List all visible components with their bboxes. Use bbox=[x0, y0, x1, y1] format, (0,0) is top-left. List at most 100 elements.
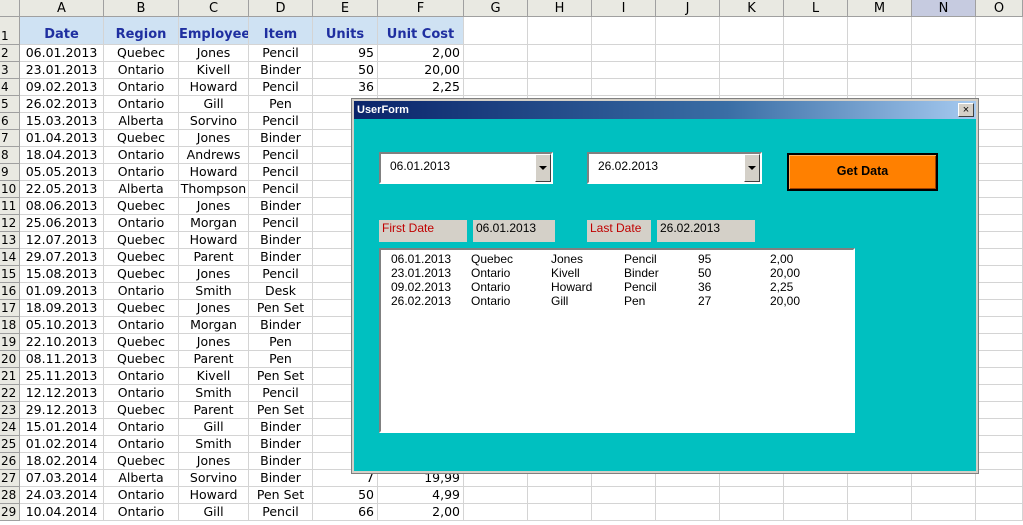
start-date-combobox[interactable]: 06.01.2013 bbox=[379, 152, 553, 184]
grid-cell[interactable]: Jones bbox=[179, 198, 249, 215]
grid-cell[interactable] bbox=[912, 62, 976, 79]
list-item[interactable]: 26.02.2013 Ontario Gill Pen 27 20,00 bbox=[381, 294, 853, 308]
grid-cell[interactable]: 50 bbox=[313, 487, 378, 504]
grid-cell[interactable]: 26.02.2013 bbox=[20, 96, 104, 113]
grid-cell[interactable] bbox=[976, 96, 1023, 113]
row-header[interactable]: 9 bbox=[0, 164, 20, 181]
grid-cell[interactable]: Pencil bbox=[249, 181, 313, 198]
column-header-j[interactable]: J bbox=[656, 0, 720, 17]
grid-cell[interactable] bbox=[976, 147, 1023, 164]
grid-cell[interactable]: Andrews bbox=[179, 147, 249, 164]
list-item[interactable]: 09.02.2013 Ontario Howard Pencil 36 2,25 bbox=[381, 280, 853, 294]
grid-cell[interactable] bbox=[912, 487, 976, 504]
grid-cell[interactable] bbox=[912, 504, 976, 521]
grid-cell[interactable]: Binder bbox=[249, 436, 313, 453]
grid-cell[interactable]: Binder bbox=[249, 232, 313, 249]
row-header[interactable]: 20 bbox=[0, 351, 20, 368]
grid-cell[interactable]: Kivell bbox=[179, 62, 249, 79]
row-header[interactable]: 8 bbox=[0, 147, 20, 164]
grid-cell[interactable] bbox=[784, 504, 848, 521]
column-header-h[interactable]: H bbox=[528, 0, 592, 17]
column-header-g[interactable]: G bbox=[464, 0, 528, 17]
grid-cell[interactable]: 2,25 bbox=[378, 79, 464, 96]
grid-cell[interactable]: Pencil bbox=[249, 385, 313, 402]
column-header-m[interactable]: M bbox=[848, 0, 912, 17]
grid-cell[interactable]: Ontario bbox=[104, 79, 179, 96]
grid-cell[interactable]: Thompson bbox=[179, 181, 249, 198]
row-header[interactable]: 25 bbox=[0, 436, 20, 453]
grid-cell[interactable]: 15.08.2013 bbox=[20, 266, 104, 283]
column-header-a[interactable]: A bbox=[20, 0, 104, 17]
grid-cell[interactable]: 22.10.2013 bbox=[20, 334, 104, 351]
grid-cell[interactable]: 18.02.2014 bbox=[20, 453, 104, 470]
end-date-combobox[interactable]: 26.02.2013 bbox=[587, 152, 762, 184]
row-header[interactable]: 6 bbox=[0, 113, 20, 130]
grid-cell[interactable] bbox=[528, 45, 592, 62]
grid-cell[interactable] bbox=[784, 487, 848, 504]
row-header[interactable]: 3 bbox=[0, 62, 20, 79]
grid-cell[interactable]: Ontario bbox=[104, 436, 179, 453]
select-all-corner[interactable] bbox=[0, 0, 20, 17]
grid-cell[interactable]: Pen Set bbox=[249, 402, 313, 419]
grid-cell[interactable] bbox=[848, 487, 912, 504]
grid-cell[interactable]: Sorvino bbox=[179, 470, 249, 487]
grid-cell[interactable] bbox=[976, 181, 1023, 198]
grid-cell[interactable] bbox=[976, 249, 1023, 266]
grid-cell[interactable]: 2,00 bbox=[378, 504, 464, 521]
grid-cell[interactable]: Ontario bbox=[104, 62, 179, 79]
row-header[interactable]: 23 bbox=[0, 402, 20, 419]
grid-cell[interactable]: Pen bbox=[249, 351, 313, 368]
grid-cell[interactable] bbox=[976, 198, 1023, 215]
grid-cell[interactable] bbox=[528, 17, 592, 45]
grid-cell[interactable] bbox=[528, 487, 592, 504]
grid-cell[interactable] bbox=[976, 453, 1023, 470]
grid-cell[interactable] bbox=[656, 79, 720, 96]
row-header[interactable]: 28 bbox=[0, 487, 20, 504]
grid-cell[interactable] bbox=[528, 62, 592, 79]
title-bar[interactable]: UserForm × bbox=[354, 101, 976, 119]
grid-cell[interactable] bbox=[656, 487, 720, 504]
grid-cell[interactable]: Ontario bbox=[104, 96, 179, 113]
grid-cell[interactable] bbox=[976, 300, 1023, 317]
grid-cell[interactable]: 05.05.2013 bbox=[20, 164, 104, 181]
grid-cell[interactable] bbox=[976, 385, 1023, 402]
row-header[interactable]: 11 bbox=[0, 198, 20, 215]
row-header[interactable]: 26 bbox=[0, 453, 20, 470]
row-header[interactable]: 2 bbox=[0, 45, 20, 62]
grid-cell[interactable] bbox=[528, 504, 592, 521]
row-header[interactable]: 14 bbox=[0, 249, 20, 266]
table-header-cell[interactable]: Item bbox=[249, 17, 313, 45]
grid-cell[interactable]: Smith bbox=[179, 385, 249, 402]
grid-cell[interactable] bbox=[592, 487, 656, 504]
column-header-c[interactable]: C bbox=[179, 0, 249, 17]
grid-cell[interactable]: Jones bbox=[179, 45, 249, 62]
row-header[interactable]: 5 bbox=[0, 96, 20, 113]
table-header-cell[interactable]: Unit Cost bbox=[378, 17, 464, 45]
grid-cell[interactable]: Alberta bbox=[104, 470, 179, 487]
table-header-cell[interactable]: Units bbox=[313, 17, 378, 45]
grid-cell[interactable]: Quebec bbox=[104, 249, 179, 266]
column-header-o[interactable]: O bbox=[976, 0, 1023, 17]
grid-cell[interactable] bbox=[784, 45, 848, 62]
row-header[interactable]: 12 bbox=[0, 215, 20, 232]
column-header-k[interactable]: K bbox=[720, 0, 784, 17]
grid-cell[interactable] bbox=[592, 504, 656, 521]
grid-cell[interactable]: 05.10.2013 bbox=[20, 317, 104, 334]
grid-cell[interactable]: Gill bbox=[179, 504, 249, 521]
table-header-cell[interactable]: Employee bbox=[179, 17, 249, 45]
grid-cell[interactable]: Ontario bbox=[104, 385, 179, 402]
grid-cell[interactable] bbox=[976, 215, 1023, 232]
grid-cell[interactable]: 66 bbox=[313, 504, 378, 521]
grid-cell[interactable]: Jones bbox=[179, 334, 249, 351]
row-header[interactable]: 15 bbox=[0, 266, 20, 283]
grid-cell[interactable]: Desk bbox=[249, 283, 313, 300]
grid-cell[interactable]: 50 bbox=[313, 62, 378, 79]
grid-cell[interactable] bbox=[976, 351, 1023, 368]
grid-cell[interactable] bbox=[720, 79, 784, 96]
grid-cell[interactable]: Binder bbox=[249, 249, 313, 266]
grid-cell[interactable] bbox=[656, 45, 720, 62]
grid-cell[interactable]: 08.11.2013 bbox=[20, 351, 104, 368]
grid-cell[interactable]: Kivell bbox=[179, 368, 249, 385]
grid-cell[interactable]: Ontario bbox=[104, 147, 179, 164]
grid-cell[interactable] bbox=[592, 62, 656, 79]
